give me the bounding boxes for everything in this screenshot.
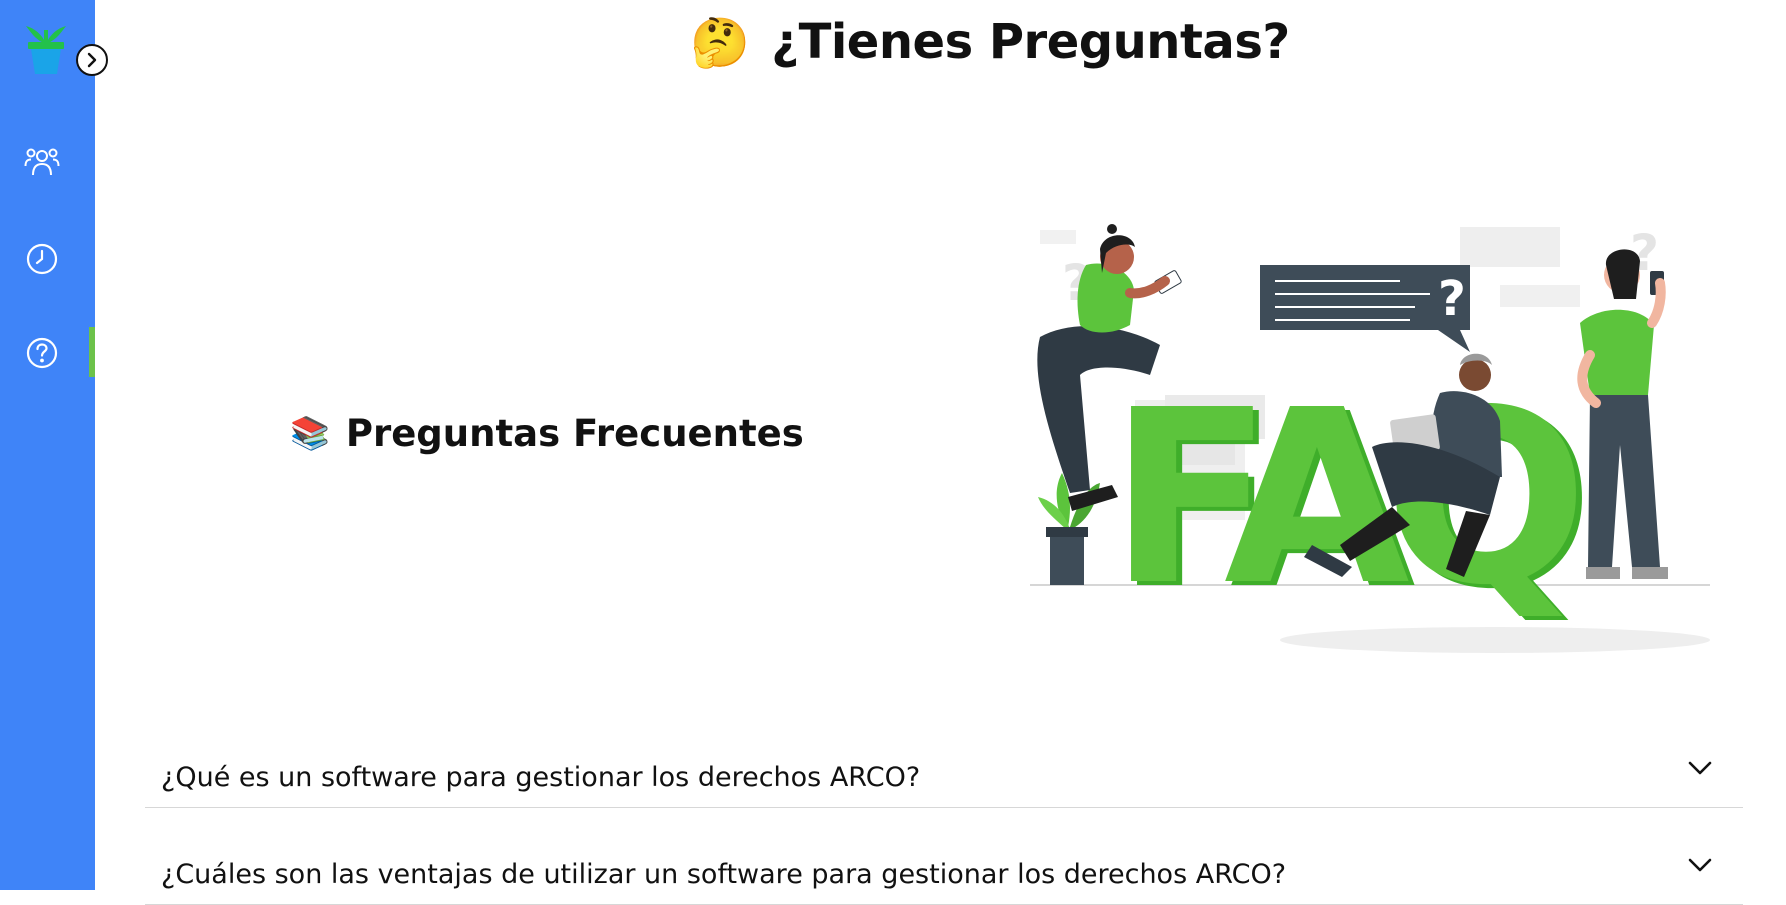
section-title: 📚 Preguntas Frecuentes (290, 408, 804, 458)
svg-text:?: ? (1438, 271, 1466, 327)
faq-question-1: ¿Qué es un software para gestionar los d… (161, 762, 921, 793)
help-circle-icon (26, 337, 57, 369)
page-title-text: ¿Tienes Preguntas? (771, 14, 1290, 70)
chevron-down-icon (1688, 761, 1712, 775)
users-icon (24, 148, 59, 176)
books-emoji: 📚 (290, 414, 330, 452)
active-nav-indicator (89, 327, 95, 377)
clock-icon (26, 243, 57, 275)
faq-illustration: ? ? ? F F A A Q Q (1020, 215, 1720, 655)
faq-item-1[interactable]: ¿Qué es un software para gestionar los d… (145, 712, 1743, 808)
sidebar (0, 0, 108, 890)
faq-item-2[interactable]: ¿Cuáles son las ventajas de utilizar un … (145, 809, 1743, 905)
sidebar-item-faq[interactable] (0, 323, 95, 383)
svg-text:A: A (1224, 358, 1410, 638)
chevron-down-icon (1688, 858, 1712, 872)
page-title: 🤔 ¿Tienes Preguntas? (690, 10, 1290, 74)
sidebar-item-history[interactable] (0, 229, 95, 289)
sidebar-item-users[interactable] (0, 132, 95, 192)
faq-question-2: ¿Cuáles son las ventajas de utilizar un … (161, 859, 1287, 890)
chevron-right-icon (87, 52, 97, 68)
sidebar-toggle-button[interactable] (76, 44, 108, 76)
plant-pot-logo[interactable] (22, 20, 70, 76)
section-title-text: Preguntas Frecuentes (345, 411, 804, 455)
thinking-face-emoji: 🤔 (690, 14, 750, 71)
